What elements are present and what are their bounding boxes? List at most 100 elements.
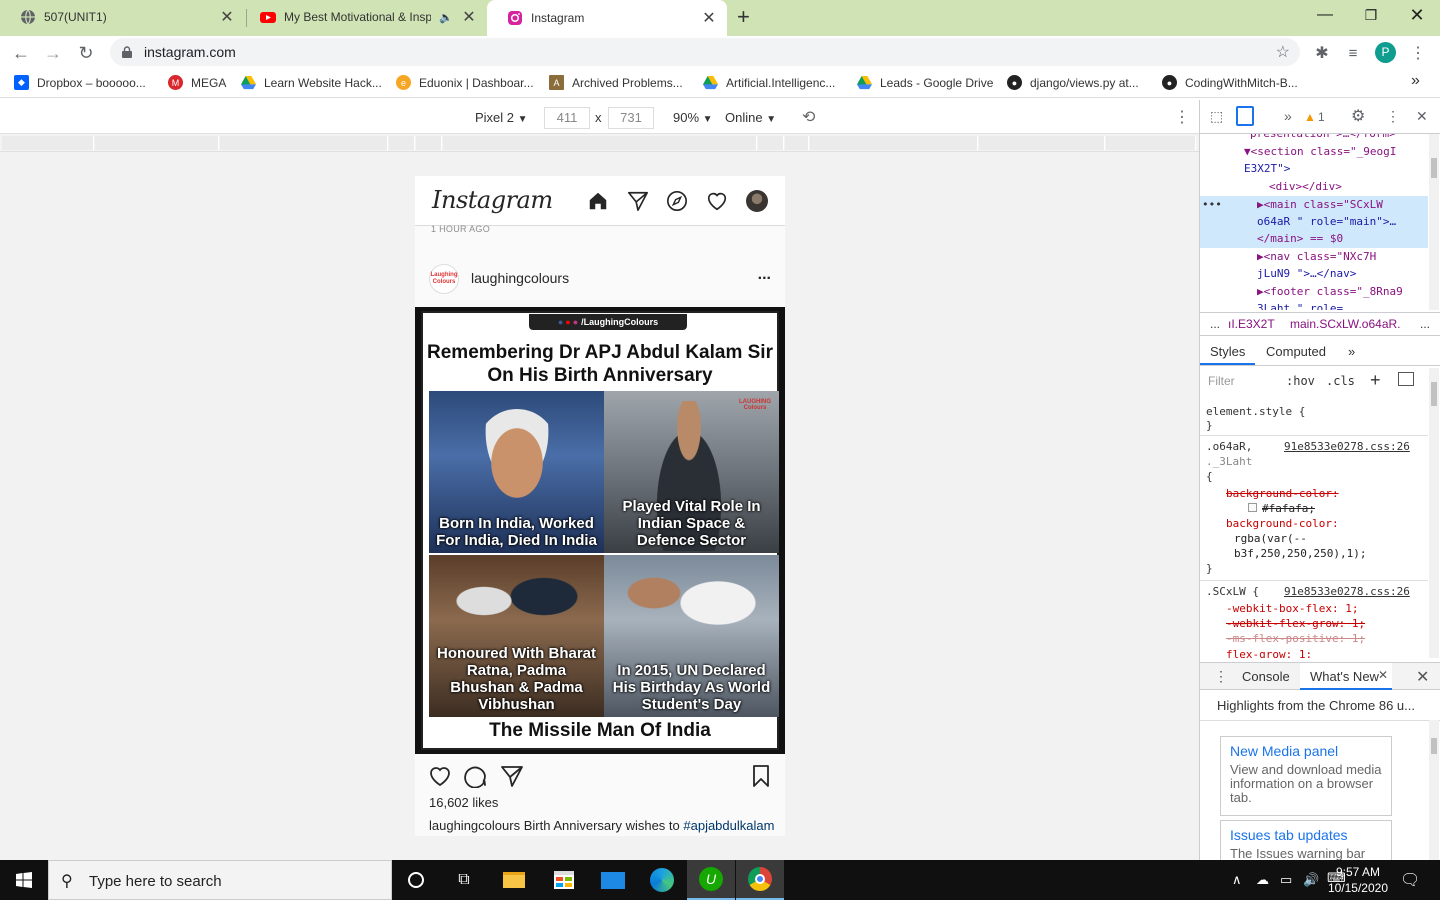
instagram-logo[interactable]: Instagram	[432, 186, 553, 214]
bookmarks-overflow-button[interactable]: »	[1411, 72, 1420, 90]
breadcrumb-item[interactable]: ...	[1420, 317, 1430, 331]
style-value[interactable]: #fafafa;	[1262, 501, 1315, 516]
tab-computed[interactable]: Computed	[1266, 344, 1326, 359]
device-toggle-icon[interactable]	[1236, 106, 1254, 126]
tab-whats-new[interactable]: What's New ✕	[1300, 663, 1392, 690]
breadcrumb-item[interactable]: main.SCxLW.o64aR.	[1290, 317, 1401, 331]
devtools-settings-icon[interactable]: ⚙	[1351, 106, 1365, 126]
comment-icon[interactable]	[464, 764, 488, 788]
address-bar[interactable]: instagram.com ☆	[110, 38, 1300, 66]
style-value[interactable]: b3f,250,250,250),1);	[1234, 546, 1366, 561]
url-text[interactable]: instagram.com	[144, 44, 236, 60]
style-value[interactable]: rgba(var(--	[1234, 531, 1307, 546]
throttle-select[interactable]: Online ▼	[725, 110, 776, 125]
media-query-segment[interactable]	[758, 136, 784, 150]
dom-line[interactable]: E3X2T">	[1244, 160, 1290, 178]
lock-icon[interactable]	[122, 46, 132, 58]
elements-scrollbar[interactable]	[1429, 134, 1439, 310]
home-icon[interactable]	[587, 190, 609, 212]
taskbar-search[interactable]: ⚲ Type here to search	[48, 860, 392, 900]
styles-filter-input[interactable]: Filter	[1208, 374, 1272, 388]
styles-scrollbar[interactable]	[1429, 368, 1439, 658]
wifi-icon[interactable]: ▭	[1280, 872, 1292, 888]
drawer-menu-icon[interactable]: ⋮	[1214, 668, 1228, 685]
profile-avatar[interactable]: P	[1375, 42, 1396, 63]
tab-close-icon[interactable]: ✕	[701, 8, 717, 28]
feature-title[interactable]: New Media panel	[1230, 743, 1382, 759]
extensions-icon[interactable]: ✱	[1309, 40, 1335, 66]
tab-styles[interactable]: Styles	[1210, 344, 1245, 359]
dom-line[interactable]: presentation >…</form>	[1250, 134, 1396, 143]
bookmark-codingwithmitch[interactable]: ● CodingWithMitch-B...	[1162, 75, 1298, 90]
save-bookmark-icon[interactable]	[749, 764, 773, 788]
caption-username[interactable]: laughingcolours	[429, 818, 520, 833]
style-selector[interactable]: ._3Laht	[1206, 454, 1252, 469]
close-tab-icon[interactable]: ✕	[1378, 668, 1388, 682]
post-username[interactable]: laughingcolours	[471, 270, 569, 286]
tab-youtube[interactable]: My Best Motivational & Insp 🔈 ✕	[240, 0, 487, 34]
bookmark-star-icon[interactable]: ☆	[1276, 42, 1290, 62]
taskbar-clock[interactable]: 9:57 AM 10/15/2020	[1328, 864, 1388, 896]
bookmark-dropbox[interactable]: ◆ Dropbox – booooo...	[14, 75, 146, 90]
devtools-close-icon[interactable]: ✕	[1416, 108, 1428, 125]
style-property[interactable]: background-color:	[1226, 516, 1339, 531]
styles-pane[interactable]: element.style { } .o64aR, 91e8533e0278.c…	[1200, 396, 1428, 658]
network-status-icon[interactable]: ☁	[1256, 872, 1269, 888]
whats-new-scrollbar[interactable]	[1429, 720, 1439, 860]
scroll-thumb[interactable]	[1431, 382, 1437, 406]
chrome-icon[interactable]	[736, 860, 784, 900]
rotate-icon[interactable]: ⟲	[802, 107, 815, 127]
devtools-menu-icon[interactable]: ⋮	[1386, 108, 1400, 125]
share-icon[interactable]	[500, 764, 524, 788]
media-query-segment[interactable]	[389, 136, 415, 150]
zoom-select[interactable]: 90% ▼	[673, 110, 713, 125]
tab-close-icon[interactable]: ✕	[219, 7, 235, 27]
explore-icon[interactable]	[666, 190, 688, 212]
inspect-element-icon[interactable]: ⬚	[1210, 108, 1223, 125]
dom-line[interactable]: <div></div>	[1269, 178, 1342, 196]
media-query-segment[interactable]	[220, 136, 388, 150]
media-queue-icon[interactable]: ≡	[1340, 40, 1366, 66]
media-query-segment[interactable]	[785, 136, 809, 150]
post-image[interactable]: ● ● ●/LaughingColours Remembering Dr APJ A…	[415, 307, 785, 754]
bookmark-learn-website[interactable]: Learn Website Hack...	[241, 75, 382, 90]
post-more-options-icon[interactable]: ...	[758, 266, 771, 284]
color-swatch[interactable]	[1248, 503, 1257, 512]
new-style-rule-icon[interactable]: +	[1370, 370, 1381, 391]
media-query-segment[interactable]	[979, 136, 1105, 150]
warning-count[interactable]: 1	[1318, 110, 1325, 124]
bookmark-mega[interactable]: M MEGA	[168, 75, 226, 90]
device-width-input[interactable]: 411	[544, 107, 590, 129]
more-panels-icon[interactable]: »	[1284, 108, 1292, 124]
style-property[interactable]: -ms-flex-positive: 1;	[1226, 631, 1365, 646]
style-property[interactable]: background-color:	[1226, 486, 1339, 501]
breadcrumb-item[interactable]: ıI.E3X2T	[1228, 317, 1275, 331]
tab-507-unit1[interactable]: 507(UNIT1) ✕	[0, 0, 245, 34]
tab-instagram[interactable]: Instagram ✕	[487, 0, 727, 36]
bookmark-archived-problems[interactable]: A Archived Problems...	[549, 75, 683, 90]
more-tabs-icon[interactable]: »	[1348, 344, 1355, 359]
media-query-segment[interactable]	[95, 136, 219, 150]
volume-icon[interactable]: 🔊	[1303, 872, 1319, 888]
profile-avatar[interactable]	[746, 190, 768, 212]
windows-start-icon[interactable]	[16, 872, 32, 888]
cls-toggle[interactable]: .cls	[1326, 374, 1355, 388]
hov-toggle[interactable]: :hov	[1286, 374, 1315, 388]
media-query-segment[interactable]	[443, 136, 757, 150]
tab-close-icon[interactable]: ✕	[461, 7, 477, 27]
minimize-icon[interactable]: —	[1302, 0, 1348, 30]
drawer-close-icon[interactable]: ✕	[1416, 667, 1429, 687]
file-explorer-icon[interactable]	[490, 860, 538, 900]
style-property[interactable]: -webkit-box-flex: 1;	[1226, 601, 1358, 616]
feature-title[interactable]: Issues tab updates	[1230, 827, 1382, 843]
dom-line[interactable]: jLuN9 ">…</nav>	[1257, 265, 1356, 283]
media-query-segment[interactable]	[2, 136, 94, 150]
bookmark-eduonix[interactable]: e Eduonix | Dashboar...	[396, 75, 534, 90]
breadcrumb-item[interactable]: ...	[1210, 317, 1220, 331]
new-tab-button[interactable]: +	[737, 4, 750, 30]
style-source-link[interactable]: 91e8533e0278.css:26	[1284, 439, 1410, 454]
dom-line[interactable]: ▼<section class="_9eogI	[1244, 143, 1396, 161]
bookmark-leads-drive[interactable]: Leads - Google Drive	[857, 75, 993, 90]
edge-icon[interactable]	[638, 860, 686, 900]
style-selector[interactable]: .o64aR,	[1206, 439, 1252, 454]
